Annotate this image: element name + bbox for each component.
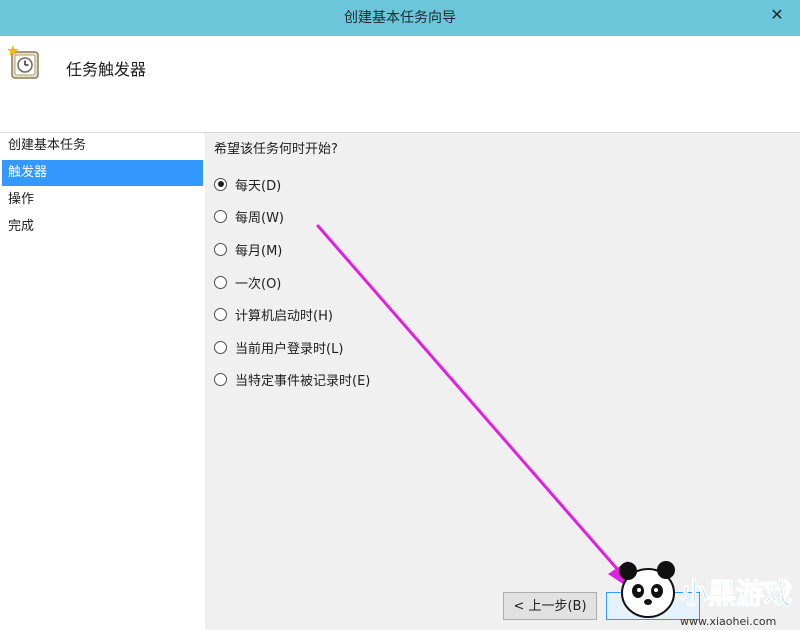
sidebar-item-action[interactable]: 操作 (2, 187, 203, 213)
window-title: 创建基本任务向导 (344, 10, 456, 26)
wizard-steps-sidebar: 创建基本任务 触发器 操作 完成 (0, 133, 205, 630)
option-once[interactable]: 一次(O) (214, 266, 774, 299)
panda-ear-right (657, 561, 675, 579)
trigger-content: 希望该任务何时开始? 每天(D) 每周(W) 每月(M) 一次(O) 计算机启动… (214, 133, 774, 396)
watermark-url: www.xiaohei.com (680, 615, 776, 628)
radio-daily[interactable] (214, 177, 227, 191)
panda-pupil-left (637, 588, 641, 592)
option-label: 计算机启动时(H) (235, 309, 333, 325)
option-on-event[interactable]: 当特定事件被记录时(E) (214, 364, 774, 397)
option-weekly[interactable]: 每周(W) (214, 201, 774, 234)
sidebar-item-create-basic-task[interactable]: 创建基本任务 (2, 133, 203, 159)
task-clock-icon (7, 45, 39, 79)
page-title: 任务触发器 (66, 60, 147, 79)
option-label: 每周(W) (235, 211, 284, 227)
option-label: 当前用户登录时(L) (235, 341, 344, 357)
panda-pupil-right (654, 588, 658, 592)
question-label: 希望该任务何时开始? (214, 142, 338, 157)
trigger-options: 每天(D) 每周(W) 每月(M) 一次(O) 计算机启动时(H) 当前用户登录… (214, 168, 774, 396)
option-at-logon[interactable]: 当前用户登录时(L) (214, 331, 774, 364)
option-daily[interactable]: 每天(D) (214, 168, 774, 201)
option-label: 每月(M) (235, 243, 283, 259)
watermark-brand: 小黑游戏 (680, 577, 792, 610)
radio-monthly[interactable] (214, 242, 227, 256)
close-icon[interactable]: ✕ (762, 0, 792, 30)
option-monthly[interactable]: 每月(M) (214, 233, 774, 266)
option-label: 当特定事件被记录时(E) (235, 374, 371, 390)
radio-at-startup[interactable] (214, 308, 227, 322)
radio-at-logon[interactable] (214, 340, 227, 354)
title-bar: 创建基本任务向导 ✕ (0, 0, 800, 36)
radio-on-event[interactable] (214, 373, 227, 387)
option-label: 一次(O) (235, 276, 282, 292)
radio-weekly[interactable] (214, 210, 227, 224)
panda-nose (644, 599, 652, 605)
option-at-startup[interactable]: 计算机启动时(H) (214, 298, 774, 331)
wizard-header: 任务触发器 (0, 36, 800, 133)
watermark-logo: 小黑游戏 www.xiaohei.com (619, 561, 793, 628)
sidebar-item-trigger[interactable]: 触发器 (2, 160, 203, 186)
option-label: 每天(D) (235, 178, 282, 194)
radio-once[interactable] (214, 275, 227, 289)
back-button[interactable]: < 上一步(B) (503, 592, 597, 620)
panda-ear-left (619, 562, 637, 580)
sidebar-item-finish[interactable]: 完成 (2, 214, 203, 240)
